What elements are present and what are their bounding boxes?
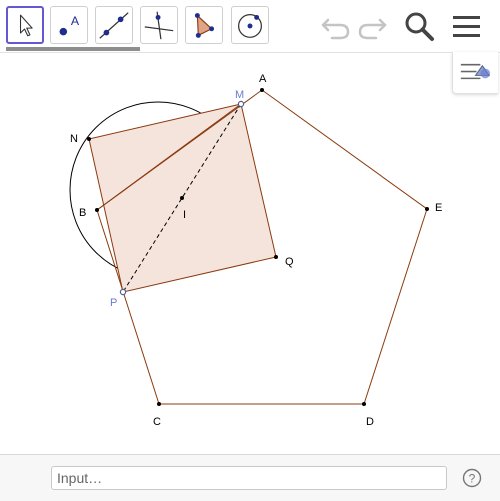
circle-with-center-icon [238,13,262,38]
label-M: M [235,89,244,101]
point-C[interactable] [157,402,161,406]
point-B[interactable] [95,208,99,212]
svg-text:?: ? [469,472,476,486]
circle-tool-button[interactable] [231,6,269,44]
point-tool-letter: A [71,14,80,28]
algebra-input-field[interactable] [51,466,447,490]
point-I[interactable] [180,196,184,200]
help-icon: ? [462,468,482,488]
polygon-icon [194,13,215,38]
graphics-view[interactable]: A E D C B N Q I M P [0,53,500,453]
input-help-button[interactable]: ? [462,468,482,488]
label-E: E [435,202,442,214]
main-menu-button[interactable] [448,8,484,44]
point-E[interactable] [425,207,429,211]
label-I: I [183,209,186,221]
redo-button[interactable] [354,8,390,44]
search-button[interactable] [401,8,437,44]
search-icon [405,12,434,41]
point-M[interactable] [237,100,245,108]
point-N[interactable] [87,137,91,141]
toolbar-scroll-indicator [6,47,140,51]
label-Q: Q [285,256,294,268]
point-D[interactable] [362,402,366,406]
redo-icon [358,18,387,40]
perpendicular-line-icon [144,11,174,40]
toolbar: A [0,0,500,53]
polygon-tool-button[interactable] [185,6,223,44]
line-tool-button[interactable] [95,6,133,44]
label-P: P [110,297,117,309]
point-A[interactable] [260,88,264,92]
move-tool-button[interactable] [6,6,44,44]
undo-button[interactable] [318,8,354,44]
point-Q[interactable] [274,255,278,259]
point-tool-button[interactable]: A [50,6,88,44]
label-D: D [366,416,374,428]
undo-icon [321,18,350,40]
label-C: C [153,416,161,428]
construction-canvas[interactable]: A E D C B N Q I M P [0,53,500,453]
label-B: B [79,207,86,219]
perpendicular-line-tool-button[interactable] [140,6,178,44]
point-icon: A [59,14,80,36]
input-bar: ? [0,454,500,501]
point-P[interactable] [119,288,127,296]
cursor-arrow-icon [19,14,33,37]
line-through-points-icon [99,12,129,39]
hamburger-menu-icon [453,16,480,37]
label-A: A [259,73,267,85]
label-N: N [70,133,78,145]
